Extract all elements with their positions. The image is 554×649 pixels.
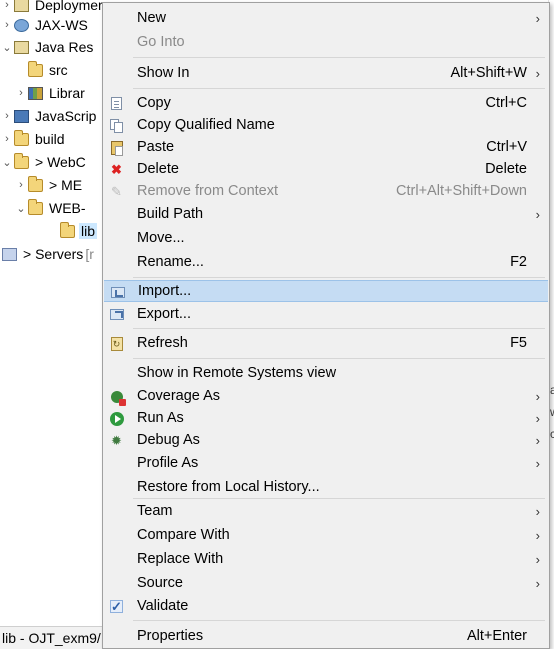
servers-project-icon xyxy=(2,247,17,261)
menu-item-build-path[interactable]: Build Path › xyxy=(103,203,549,225)
expand-arrow-icon[interactable]: › xyxy=(0,19,14,31)
menu-item-paste[interactable]: Paste Ctrl+V xyxy=(103,136,549,158)
project-explorer-tree: › Deploymer › JAX-WS ⌄ Java Res src › Li… xyxy=(0,0,110,649)
coverage-icon xyxy=(109,389,126,406)
tree-item-java-resources[interactable]: ⌄ Java Res xyxy=(0,36,110,58)
menu-item-move[interactable]: Move... xyxy=(103,227,549,249)
refresh-icon: ↻ xyxy=(109,336,124,351)
submenu-arrow-icon: › xyxy=(535,206,540,222)
submenu-arrow-icon: › xyxy=(535,10,540,26)
remove-from-context-icon: ✎ xyxy=(111,183,122,199)
import-icon xyxy=(110,285,125,300)
menu-item-import[interactable]: Import... xyxy=(104,280,548,302)
folder-icon xyxy=(60,221,75,238)
submenu-arrow-icon: › xyxy=(535,65,540,81)
menu-separator xyxy=(133,88,545,89)
menu-item-copy-qualified-name[interactable]: Copy Qualified Name xyxy=(103,114,549,136)
tree-item-javascript[interactable]: › JavaScrip xyxy=(0,105,110,127)
submenu-arrow-icon: › xyxy=(535,527,540,543)
menu-separator xyxy=(133,620,545,621)
status-bar-selection: lib - OJT_exm9/ xyxy=(0,626,102,649)
collapse-arrow-icon[interactable]: ⌄ xyxy=(0,156,14,169)
export-icon xyxy=(109,307,124,322)
folder-icon xyxy=(14,129,29,146)
menu-separator xyxy=(133,498,545,499)
copy-qualified-name-icon xyxy=(109,118,124,133)
menu-item-validate[interactable]: ✓ Validate xyxy=(103,595,549,617)
menu-item-properties[interactable]: Properties Alt+Enter xyxy=(103,625,549,647)
menu-separator xyxy=(133,328,545,329)
menu-item-show-in-remote-systems[interactable]: Show in Remote Systems view xyxy=(103,362,549,384)
paste-icon xyxy=(109,140,124,156)
tree-item-libraries[interactable]: › Librar xyxy=(0,82,110,104)
folder-icon xyxy=(28,198,43,215)
menu-separator xyxy=(133,277,545,278)
tree-item-web-inf[interactable]: ⌄ WEB- xyxy=(0,197,110,219)
collapse-arrow-icon[interactable]: ⌄ xyxy=(14,202,28,215)
menu-separator xyxy=(133,358,545,359)
menu-item-copy[interactable]: Copy Ctrl+C xyxy=(103,92,549,114)
menu-item-run-as[interactable]: Run As › xyxy=(103,407,549,429)
validate-checkbox-icon: ✓ xyxy=(110,599,123,614)
menu-item-team[interactable]: Team › xyxy=(103,500,549,522)
tree-item-src[interactable]: src xyxy=(0,59,110,81)
menu-separator xyxy=(133,57,545,58)
collapse-arrow-icon[interactable]: ⌄ xyxy=(0,41,14,54)
submenu-arrow-icon: › xyxy=(535,503,540,519)
submenu-arrow-icon: › xyxy=(535,432,540,448)
tree-item-jax-ws[interactable]: › JAX-WS xyxy=(0,14,110,36)
submenu-arrow-icon: › xyxy=(535,410,540,426)
copy-icon xyxy=(109,96,124,111)
context-menu: New › Go Into Show In Alt+Shift+W › Copy… xyxy=(102,2,550,649)
menu-item-delete[interactable]: ✖ Delete Delete xyxy=(103,158,549,180)
javascript-resources-icon xyxy=(14,109,29,123)
menu-item-remove-from-context: ✎ Remove from Context Ctrl+Alt+Shift+Dow… xyxy=(103,180,549,202)
tree-item-build[interactable]: › build xyxy=(0,128,110,150)
source-folder-icon xyxy=(28,60,43,77)
tree-item-webcontent[interactable]: ⌄ > WebC xyxy=(0,151,110,173)
web-service-icon xyxy=(14,18,29,32)
menu-item-refresh[interactable]: ↻ Refresh F5 xyxy=(103,332,549,354)
submenu-arrow-icon: › xyxy=(535,575,540,591)
debug-bug-icon: ✹ xyxy=(111,432,122,448)
submenu-arrow-icon: › xyxy=(535,388,540,404)
menu-item-restore-from-local-history[interactable]: Restore from Local History... xyxy=(103,476,549,498)
delete-icon: ✖ xyxy=(111,161,122,177)
java-resources-icon xyxy=(14,40,29,54)
tree-item-servers[interactable]: > Servers [r xyxy=(0,243,110,265)
tree-item-meta-inf[interactable]: › > ME xyxy=(0,174,110,196)
menu-item-debug-as[interactable]: ✹ Debug As › xyxy=(103,429,549,451)
menu-item-source[interactable]: Source › xyxy=(103,572,549,594)
menu-item-coverage-as[interactable]: Coverage As › xyxy=(103,385,549,407)
menu-item-rename[interactable]: Rename... F2 xyxy=(103,251,549,273)
tree-item-lib[interactable]: lib xyxy=(0,220,110,242)
expand-arrow-icon[interactable]: › xyxy=(14,87,28,99)
menu-item-show-in[interactable]: Show In Alt+Shift+W › xyxy=(103,62,549,84)
menu-item-replace-with[interactable]: Replace With › xyxy=(103,548,549,570)
submenu-arrow-icon: › xyxy=(535,551,540,567)
menu-item-compare-with[interactable]: Compare With › xyxy=(103,524,549,546)
menu-item-profile-as[interactable]: Profile As › xyxy=(103,452,549,474)
expand-arrow-icon[interactable]: › xyxy=(0,110,14,122)
menu-item-go-into: Go Into xyxy=(137,34,185,50)
folder-icon xyxy=(28,175,43,192)
menu-item-export[interactable]: Export... xyxy=(103,303,549,325)
library-icon xyxy=(28,86,43,100)
expand-arrow-icon[interactable]: › xyxy=(0,133,14,145)
expand-arrow-icon[interactable]: › xyxy=(0,0,14,11)
submenu-arrow-icon: › xyxy=(535,455,540,471)
menu-item-new[interactable]: New › xyxy=(103,7,549,29)
expand-arrow-icon[interactable]: › xyxy=(14,179,28,191)
deployment-descriptor-icon xyxy=(14,0,29,12)
folder-icon xyxy=(14,152,29,169)
run-icon xyxy=(109,411,124,426)
